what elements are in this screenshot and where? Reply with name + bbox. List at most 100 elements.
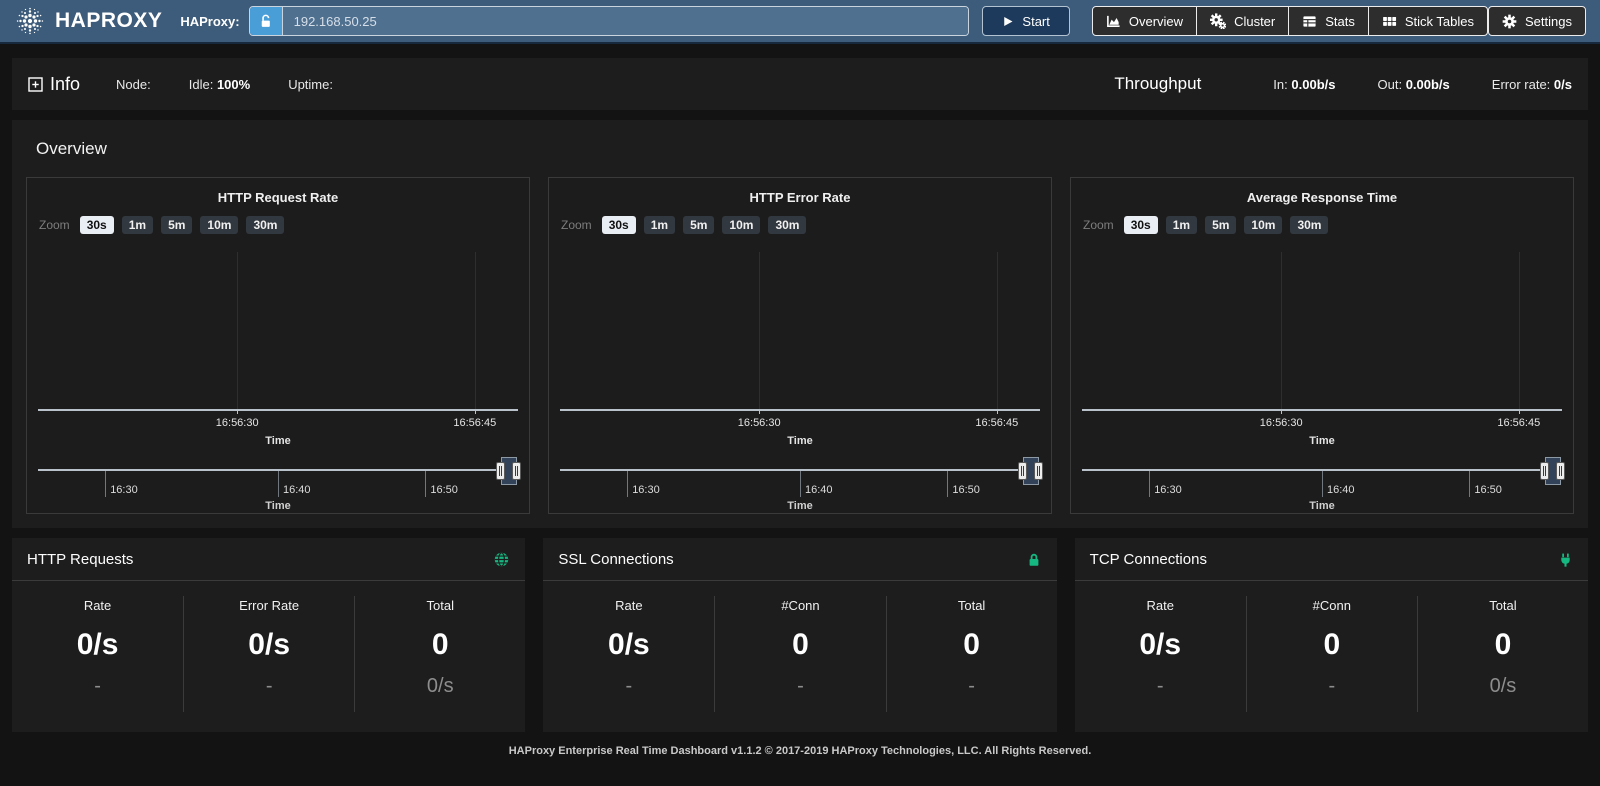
x-tick	[759, 409, 760, 414]
navigator-axis-title: Time	[38, 500, 518, 512]
zoom-10m-button[interactable]: 10m	[200, 216, 238, 234]
grid-table-icon	[1382, 14, 1397, 29]
charts-row: HTTP Request Rate Zoom 30s 1m 5m 10m 30m…	[26, 177, 1574, 514]
zoom-5m-button[interactable]: 5m	[1205, 216, 1236, 234]
zoom-1m-button[interactable]: 1m	[122, 216, 153, 234]
gridline	[1281, 252, 1282, 409]
overview-panel: Overview HTTP Request Rate Zoom 30s 1m 5…	[12, 120, 1588, 528]
info-toggle[interactable]: Info	[28, 74, 80, 95]
zoom-1m-button[interactable]: 1m	[644, 216, 675, 234]
settings-button[interactable]: Settings	[1488, 6, 1586, 36]
zoom-30m-button[interactable]: 30m	[768, 216, 806, 234]
info-title-label: Info	[50, 74, 80, 95]
x-tick	[1281, 409, 1282, 414]
error-rate-value: 0/s	[1554, 77, 1572, 92]
x-axis-labels: 16:56:30 16:56:45	[560, 417, 1040, 430]
card-header: SSL Connections	[543, 538, 1056, 581]
navigator-axis-title: Time	[1082, 500, 1562, 512]
address-input-group	[249, 6, 970, 36]
x-tick-label: 16:56:30	[738, 417, 781, 429]
card-body: Rate 0/s - #Conn 0 - Total 0 -	[543, 581, 1056, 722]
zoom-label: Zoom	[561, 218, 592, 232]
card-body: Rate 0/s - Error Rate 0/s - Total 0 0/s	[12, 581, 525, 722]
haproxy-address-label: HAProxy:	[180, 14, 239, 29]
navigator-left-handle[interactable]	[1540, 462, 1549, 480]
plot-area[interactable]	[38, 250, 518, 411]
navigator-tick	[105, 471, 106, 497]
unlock-icon[interactable]	[250, 7, 283, 35]
play-icon	[1002, 15, 1014, 28]
overview-nav-button[interactable]: Overview	[1092, 6, 1197, 36]
zoom-30s-button[interactable]: 30s	[602, 216, 636, 234]
plot-area[interactable]	[560, 250, 1040, 411]
metric-conn: #Conn 0 -	[1246, 596, 1417, 712]
navigator[interactable]: 16:30 16:40 16:50 Time	[1082, 469, 1562, 471]
x-tick	[1519, 409, 1520, 414]
navigator-left-handle[interactable]	[496, 462, 505, 480]
metric-conn: #Conn 0 -	[714, 596, 885, 712]
navigator-tick-label: 16:40	[283, 484, 311, 496]
zoom-30s-button[interactable]: 30s	[80, 216, 114, 234]
main-nav: Overview Cluster	[1092, 6, 1488, 36]
navigator-right-handle[interactable]	[512, 462, 521, 480]
brand-name: HAPROXY	[55, 9, 162, 33]
chart-average-response-time: Average Response Time Zoom 30s 1m 5m 10m…	[1070, 177, 1574, 514]
navigator[interactable]: 16:30 16:40 16:50 Time	[560, 469, 1040, 471]
address-input[interactable]	[283, 7, 969, 35]
x-tick-label: 16:56:45	[1497, 417, 1540, 429]
start-button[interactable]: Start	[982, 6, 1069, 36]
navigator-tick-label: 16:30	[1154, 484, 1182, 496]
x-tick	[997, 409, 998, 414]
navigator-tick-label: 16:50	[952, 484, 980, 496]
overview-nav-label: Overview	[1129, 14, 1183, 29]
navigator-right-handle[interactable]	[1034, 462, 1043, 480]
navigator-tick	[1149, 471, 1150, 497]
chart-http-error-rate: HTTP Error Rate Zoom 30s 1m 5m 10m 30m 1…	[548, 177, 1052, 514]
navigator-tick	[800, 471, 801, 497]
throughput-in: In: 0.00b/s	[1273, 77, 1335, 92]
zoom-10m-button[interactable]: 10m	[1244, 216, 1282, 234]
table-list-icon	[1302, 14, 1317, 29]
lock-icon	[1026, 552, 1042, 568]
zoom-controls: Zoom 30s 1m 5m 10m 30m	[39, 216, 284, 234]
metric-total: Total 0 0/s	[1417, 596, 1588, 712]
uptime-field: Uptime:	[288, 77, 333, 92]
ssl-connections-card: SSL Connections Rate 0/s - #Conn 0 - Tot…	[543, 538, 1056, 732]
navigator-left-handle[interactable]	[1018, 462, 1027, 480]
plot-area[interactable]	[1082, 250, 1562, 411]
x-axis-labels: 16:56:30 16:56:45	[1082, 417, 1562, 430]
start-button-label: Start	[1022, 14, 1049, 29]
x-axis-title: Time	[560, 435, 1040, 447]
navigator[interactable]: 16:30 16:40 16:50 Time	[38, 469, 518, 471]
zoom-5m-button[interactable]: 5m	[683, 216, 714, 234]
zoom-30s-button[interactable]: 30s	[1124, 216, 1158, 234]
gear-icon	[1502, 14, 1517, 29]
metric-rate: Rate 0/s -	[1075, 596, 1246, 712]
zoom-5m-button[interactable]: 5m	[161, 216, 192, 234]
metric-total: Total 0 -	[886, 596, 1057, 712]
cluster-nav-button[interactable]: Cluster	[1196, 6, 1289, 36]
plug-icon	[1558, 552, 1573, 568]
haproxy-sphere-icon	[14, 5, 46, 37]
card-title: HTTP Requests	[27, 551, 133, 568]
zoom-30m-button[interactable]: 30m	[246, 216, 284, 234]
zoom-10m-button[interactable]: 10m	[722, 216, 760, 234]
zoom-controls: Zoom 30s 1m 5m 10m 30m	[1083, 216, 1328, 234]
navigator-tick-label: 16:40	[1327, 484, 1355, 496]
stats-nav-button[interactable]: Stats	[1288, 6, 1369, 36]
gridline	[759, 252, 760, 409]
zoom-30m-button[interactable]: 30m	[1290, 216, 1328, 234]
navigator-right-handle[interactable]	[1556, 462, 1565, 480]
x-tick	[237, 409, 238, 414]
metric-rate: Rate 0/s -	[543, 596, 714, 712]
area-chart-icon	[1106, 14, 1121, 29]
navigator-tick	[425, 471, 426, 497]
x-tick-label: 16:56:45	[453, 417, 496, 429]
gridline	[997, 252, 998, 409]
zoom-1m-button[interactable]: 1m	[1166, 216, 1197, 234]
cogs-icon	[1210, 13, 1226, 29]
navigator-tick	[1322, 471, 1323, 497]
settings-button-label: Settings	[1525, 14, 1572, 29]
stick-tables-nav-button[interactable]: Stick Tables	[1368, 6, 1488, 36]
metric-error-rate: Error Rate 0/s -	[183, 596, 354, 712]
